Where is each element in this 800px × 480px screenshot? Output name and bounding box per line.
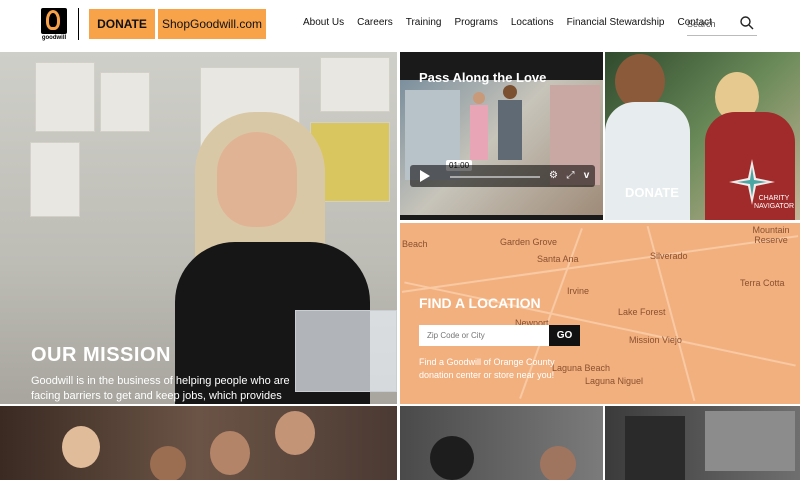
team-photo-tile[interactable] [0,406,397,480]
map-label: Terra Cotta [740,278,785,288]
settings-icon[interactable]: ⚙ [548,170,559,181]
video-progress-track[interactable] [450,176,540,178]
logo-text: goodwill [41,35,67,41]
goodwill-logo[interactable]: goodwill [41,8,67,41]
wall-paper [30,142,80,217]
go-button[interactable]: GO [549,325,580,346]
search-icon[interactable] [740,16,754,30]
video-title: Pass Along the Love [419,70,547,85]
video-thumbnail [400,80,603,215]
zip-code-input[interactable] [419,325,549,346]
map-label: Beach [402,239,428,249]
map-label: Silverado [650,251,688,261]
map-label: Garden Grove [500,237,558,247]
wall-paper [320,57,390,112]
nav-programs[interactable]: Programs [454,17,497,28]
play-icon[interactable] [420,170,430,182]
storage-box [295,310,397,392]
donate-tile-label: DONATE [625,185,679,200]
map-label: Mission Viejo [629,335,682,345]
mission-title: OUR MISSION [31,344,171,366]
wall-paper [35,62,95,132]
vimeo-icon[interactable]: v [581,170,592,181]
mission-text: Goodwill is in the business of helping p… [31,375,290,402]
charity-navigator-badge: CHARITY NAVIGATOR [753,195,795,210]
site-header: goodwill DONATE ShopGoodwill.com About U… [0,0,800,52]
map-label: Lake Forest [618,307,666,317]
workers-photo-tile[interactable] [400,406,603,480]
main-nav: About Us Careers Training Programs Locat… [303,17,712,28]
logo-divider [78,8,79,40]
nav-about-us[interactable]: About Us [303,17,344,28]
electronics-photo-tile[interactable] [605,406,800,480]
map-label: Laguna Niguel [585,376,644,386]
video-controls: ⚙ ⤢ v [410,165,595,187]
nav-careers[interactable]: Careers [357,17,393,28]
find-location-text: Find a Goodwill of Orange County donatio… [419,357,555,380]
mission-tile[interactable]: OUR MISSION Goodwill is in the business … [0,52,397,404]
nav-training[interactable]: Training [406,17,442,28]
map-label: Santa Ana [537,254,579,264]
nav-financial-stewardship[interactable]: Financial Stewardship [567,17,665,28]
map-label: Mountain Reserve [752,225,790,245]
shop-goodwill-button[interactable]: ShopGoodwill.com [158,9,266,39]
donate-button[interactable]: DONATE [89,9,155,39]
map-label: Irvine [567,286,590,296]
location-tile: Beach Garden Grove Santa Ana Irvine Newp… [400,223,800,404]
man-photo [615,54,665,109]
video-tile[interactable]: Pass Along the Love 01:00 ⚙ ⤢ v [400,52,603,220]
donate-tile[interactable]: DONATE CHARITY NAVIGATOR [605,52,800,220]
fullscreen-icon[interactable]: ⤢ [565,170,576,181]
logo-mark-icon [41,8,67,34]
nav-locations[interactable]: Locations [511,17,554,28]
find-location-title: FIND A LOCATION [419,295,541,311]
wall-paper [100,72,150,132]
